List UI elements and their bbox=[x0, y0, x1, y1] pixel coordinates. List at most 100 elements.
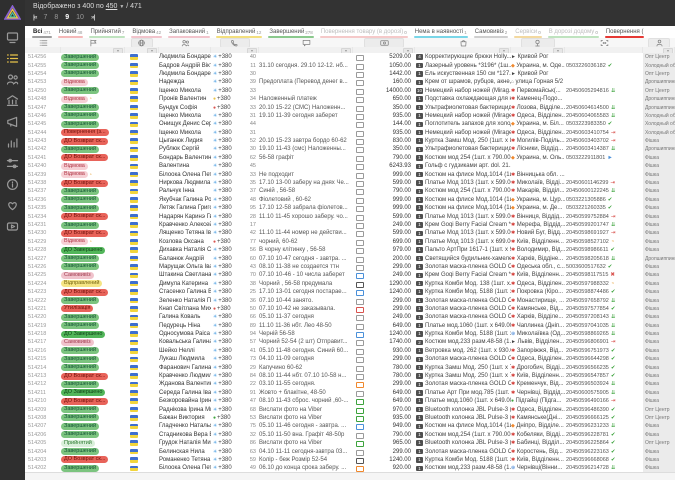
tab-packed[interactable]: Запакований1 bbox=[165, 26, 213, 38]
app-logo-icon[interactable] bbox=[4, 5, 21, 20]
column-header-product[interactable] bbox=[415, 38, 511, 47]
table-row[interactable]: 514207ЗавершенийГладченко Наталья✳+38075… bbox=[25, 422, 675, 430]
tab-new[interactable]: Новий48 bbox=[55, 26, 87, 38]
table-row[interactable]: 514204ЗавершенийБелинская Нила✳+3806304.… bbox=[25, 447, 675, 455]
table-row[interactable]: 514240ВідмоваВалентина✳+380456243.931Гол… bbox=[25, 162, 675, 170]
table-row[interactable]: 514223ДО Возврат ск...Стасенко Галина Ви… bbox=[25, 288, 675, 296]
table-row[interactable]: 514254ЗавершенийЛюдмила Бондаренко✳+3803… bbox=[25, 70, 675, 78]
table-row[interactable]: 514221УтилізаціяКнап Світлана Мих.●+3805… bbox=[25, 305, 675, 313]
table-row[interactable]: 514245ЗавершенийОнищук Денис Серг.✳+3804… bbox=[25, 120, 675, 128]
table-row[interactable]: 514205ПрийнятийГрудок Наталія Мик.✳+3808… bbox=[25, 439, 675, 447]
table-row[interactable]: 514228ДО ЗавершеноДихавка Наталія Си.✳+3… bbox=[25, 246, 675, 254]
table-row[interactable]: 514211ДО ЗавершеноСереда Галина Іван.✳+3… bbox=[25, 389, 675, 397]
table-row[interactable]: 514203ДО Возврат ск...Романенко Тетяна✳+… bbox=[25, 456, 675, 464]
tab-accepted[interactable]: Прийнятий7 bbox=[86, 26, 128, 38]
table-row[interactable]: 514213ДО Возврат ск...Кравченко Людмил..… bbox=[25, 372, 675, 380]
table-row[interactable]: 514243ДО Возврат ск...Цыганюк Лидия✳+380… bbox=[25, 137, 675, 145]
sidebar-item-bank[interactable] bbox=[0, 90, 25, 111]
sidebar-item-chart[interactable] bbox=[0, 132, 25, 153]
order-comment: чорний, 60-62 bbox=[259, 238, 353, 246]
sidebar-item-clients-nav[interactable] bbox=[0, 69, 25, 90]
table-row[interactable]: 514231ЗавершенийКравченко Алексей✳+38017… bbox=[25, 221, 675, 229]
sidebar-item-dashboard[interactable] bbox=[0, 27, 25, 48]
sidebar-item-megaphone[interactable] bbox=[0, 111, 25, 132]
column-header-comment[interactable] bbox=[259, 38, 353, 47]
tab-refused[interactable]: Відмова42 bbox=[128, 26, 165, 38]
order-status-cell: Відмова◔ bbox=[61, 170, 125, 178]
table-row[interactable]: 514225СамовивізШтакина Светлана✳+3807007… bbox=[25, 271, 675, 279]
sidebar-item-sliders[interactable] bbox=[0, 153, 25, 174]
table-row[interactable]: 514246ЗавершенийІщенко Микола✳+3803119.1… bbox=[25, 112, 675, 120]
table-row[interactable]: 514210ДО Возврат ск...Безкоровайна Ірина… bbox=[25, 397, 675, 405]
column-header-phone[interactable] bbox=[211, 38, 259, 47]
shown-range-end[interactable]: 450 bbox=[106, 3, 118, 10]
table-row[interactable]: 514216ЗавершенийШейко Неллі✳+3804105.10 … bbox=[25, 347, 675, 355]
product-cell: 1Лазерный уровень *3196* (1ш... bbox=[415, 61, 511, 69]
column-header-ttn[interactable] bbox=[565, 38, 643, 47]
table-row[interactable]: 514217СамовивізКовальська Галина✳+38057Ч… bbox=[25, 338, 675, 346]
page-button-7[interactable]: 7 bbox=[43, 14, 47, 21]
messenger-icon: ✳ bbox=[213, 205, 217, 211]
table-row[interactable]: 514227ЗавершенийБаланюк Андрій✳+3806007.… bbox=[25, 254, 675, 262]
table-row[interactable]: 514226ЗавершенийМарущак Ольга Іва.✳+3804… bbox=[25, 263, 675, 271]
table-row[interactable]: 514247ЗавершенийБундук Софія●+3803320.10… bbox=[25, 103, 675, 111]
table-row[interactable]: 514219ЗавершенийПедурець Ніна✳+3808911.1… bbox=[25, 322, 675, 330]
column-header-client[interactable] bbox=[159, 38, 211, 47]
table-row[interactable]: 514206ЗавершенийСтадникова Вера В.✳+3803… bbox=[25, 431, 675, 439]
product-cell: 1Костюм мод 254 (1шт. х 790.00 ... bbox=[415, 154, 511, 162]
page-button-9[interactable]: 9 bbox=[65, 14, 69, 21]
sidebar-item-orders[interactable] bbox=[0, 48, 25, 69]
column-header-source[interactable] bbox=[643, 38, 675, 47]
table-row[interactable]: 514215ЗавершенийЛукаш Людмила✳+3807304.1… bbox=[25, 355, 675, 363]
table-row[interactable]: 514253ВідмоваНадежда✳+38039Предоплата (П… bbox=[25, 78, 675, 86]
column-header-delivery[interactable] bbox=[511, 38, 565, 47]
table-row[interactable]: 514239Відмова◔Білоока Олена Петр.✳+38033… bbox=[25, 170, 675, 178]
table-row[interactable]: 514235ЗавершенийЛетяк Галина Григо.✳+380… bbox=[25, 204, 675, 212]
flag-stripe-yellow bbox=[130, 384, 138, 387]
table-row[interactable]: 514224ВідправленийДимула Катерина✳+38038… bbox=[25, 280, 675, 288]
table-row[interactable]: 514242ЗавершенийРублюк Сергій✳+3803019.1… bbox=[25, 145, 675, 153]
column-header-payment[interactable] bbox=[353, 38, 415, 47]
first-page-button[interactable]: |« bbox=[33, 14, 36, 21]
table-row[interactable]: 514244Повернення (з...Іщенко Микола✳+380… bbox=[25, 129, 675, 137]
table-row[interactable]: 514212ЗавершенийЖданова Валентина✳+38022… bbox=[25, 380, 675, 388]
table-row[interactable]: 514209ЗавершенийРаднікова Ірина Ми.✳+380… bbox=[25, 405, 675, 413]
column-header-status[interactable] bbox=[61, 38, 125, 47]
page-button-10[interactable]: 10 bbox=[76, 14, 84, 21]
tab-return-transit[interactable]: Повернення товару (в дорозі)0 bbox=[317, 26, 411, 38]
tab-return[interactable]: Повернення ( bbox=[602, 26, 648, 38]
table-row[interactable]: 514208ЗавершенийБажан Виктория●+38053Вис… bbox=[25, 414, 675, 422]
sidebar-item-info[interactable] bbox=[0, 174, 25, 195]
table-row[interactable]: 514236ЗавершенийЯкубчак Галина Ром.✳+380… bbox=[25, 196, 675, 204]
table-row[interactable]: 514248Відмова◔Пронів Валентин●+38034Нало… bbox=[25, 95, 675, 103]
table-row[interactable]: 514222ЗавершенийЗеленко Наталія Па.✳+380… bbox=[25, 296, 675, 304]
table-row[interactable]: 514241ДО Возврат ск...Бондарь Валентина✳… bbox=[25, 154, 675, 162]
page-size-caret-icon[interactable]: ▼ bbox=[119, 4, 124, 10]
sidebar-item-support[interactable] bbox=[0, 195, 25, 216]
tab-done[interactable]: Завершений278 bbox=[265, 26, 316, 38]
table-row[interactable]: 514234ДО Возврат ск...Надарян Каринэ Гв.… bbox=[25, 212, 675, 220]
table-row[interactable]: 514238ДО Возврат ск...Ниркова Людмила✳+3… bbox=[25, 179, 675, 187]
table-row[interactable]: 514256ЗавершенийЛюдмила Бондаренко✳+3804… bbox=[25, 53, 675, 61]
table-row[interactable]: 514218ДО ЗавершеноОдносумова Раіса І.✳+3… bbox=[25, 330, 675, 338]
table-row[interactable]: 514229Відмова◔Козлова Оксана●+38077чорни… bbox=[25, 238, 675, 246]
last-page-button[interactable]: »| bbox=[91, 14, 94, 21]
order-total: 699.00 bbox=[393, 239, 411, 245]
table-row[interactable]: 514255ЗавершенийБадров Андрій Вікт.✳+380… bbox=[25, 61, 675, 69]
tab-pickup[interactable]: Самовивіз2 bbox=[471, 26, 512, 38]
table-row[interactable]: 514237ЗавершенийРальчук Інна✳+38037Синій… bbox=[25, 187, 675, 195]
tab-out-of-stock[interactable]: Нема в наявності1 bbox=[411, 26, 471, 38]
table-row[interactable]: 514220ЗавершенийГалина Коваль✳+3806605.1… bbox=[25, 313, 675, 321]
order-id: 514236 bbox=[25, 196, 61, 204]
tab-services[interactable]: Сервіси0 bbox=[511, 26, 544, 38]
tab-on-way-home[interactable]: В дорозі додому0 bbox=[545, 26, 602, 38]
table-row[interactable]: 514230ДО Возврат ск...Лященко Тетяна Іва… bbox=[25, 229, 675, 237]
sidebar-item-video[interactable] bbox=[0, 216, 25, 237]
page-button-8[interactable]: 8 bbox=[54, 14, 58, 21]
column-header-id[interactable] bbox=[25, 38, 61, 47]
column-header-country[interactable] bbox=[125, 38, 159, 47]
table-row[interactable]: 514214ЗавершенийФаранович Галина✳+38029К… bbox=[25, 363, 675, 371]
tab-all[interactable]: Всі471 bbox=[29, 26, 55, 38]
table-row[interactable]: 514250ЗавершенийІщенко Микола✳+380331400… bbox=[25, 87, 675, 95]
tab-sent[interactable]: Відправлений12 bbox=[213, 26, 266, 38]
